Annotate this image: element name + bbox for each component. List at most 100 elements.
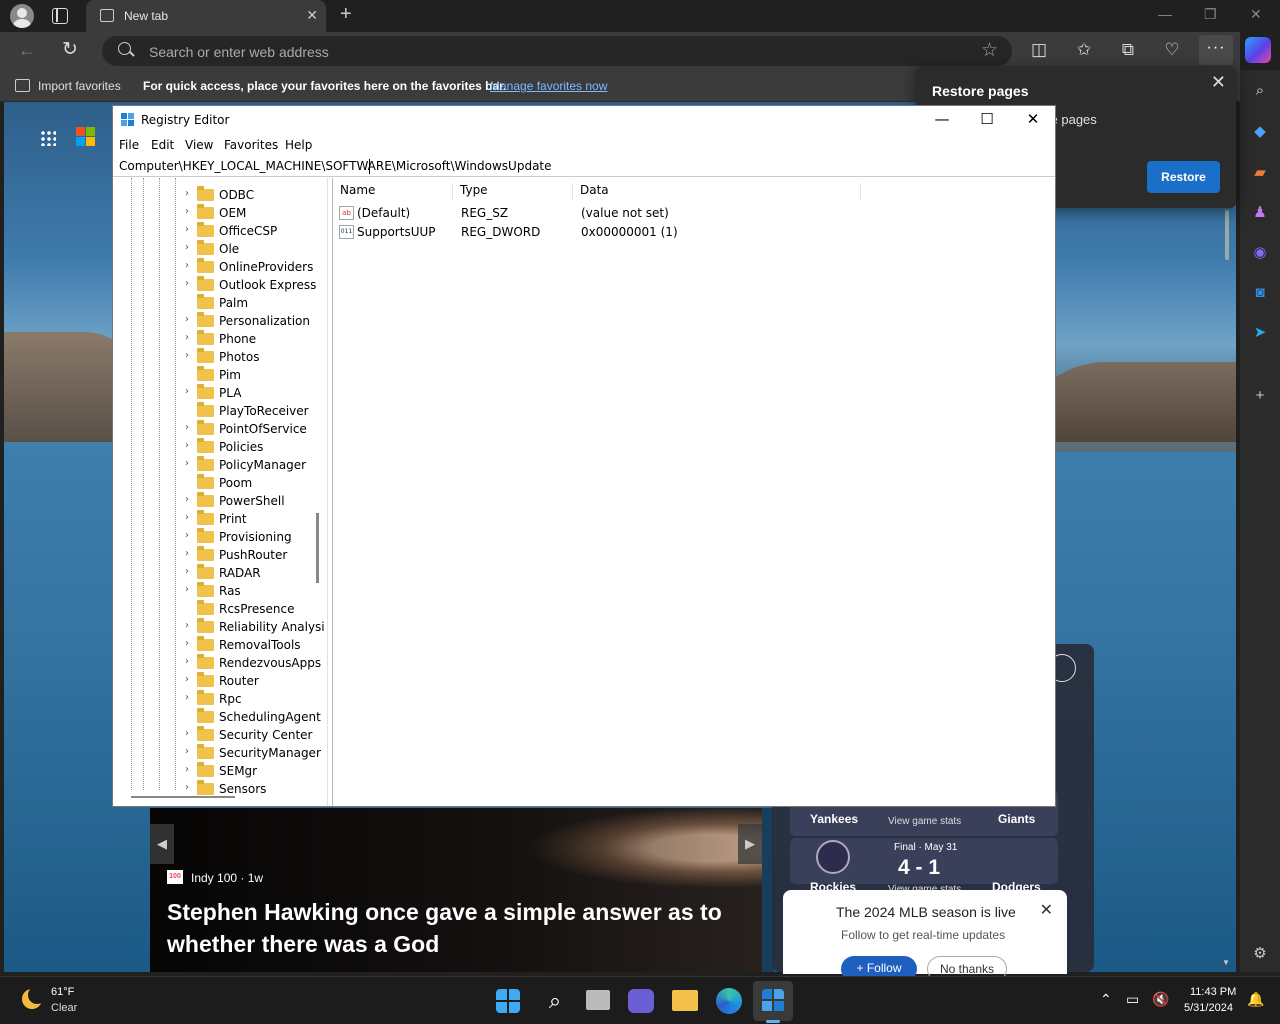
expand-chevron-icon[interactable]: › bbox=[185, 584, 189, 595]
expand-chevron-icon[interactable]: › bbox=[185, 314, 189, 325]
expand-chevron-icon[interactable]: › bbox=[185, 674, 189, 685]
news-headline[interactable]: Stephen Hawking once gave a simple answe… bbox=[167, 896, 747, 960]
previous-story-button[interactable]: ◀ bbox=[150, 824, 174, 864]
expand-chevron-icon[interactable]: › bbox=[185, 440, 189, 451]
expand-chevron-icon[interactable]: › bbox=[185, 548, 189, 559]
tree-item[interactable]: Poom bbox=[183, 474, 329, 492]
task-view-icon[interactable] bbox=[586, 990, 610, 1010]
expand-chevron-icon[interactable]: › bbox=[185, 746, 189, 757]
expand-chevron-icon[interactable]: › bbox=[185, 692, 189, 703]
expand-chevron-icon[interactable]: › bbox=[185, 260, 189, 271]
chevron-up-icon[interactable]: ⌃ bbox=[1100, 991, 1112, 1008]
refresh-button[interactable]: ↻ bbox=[62, 38, 78, 61]
browser-essentials-icon[interactable]: ♡ bbox=[1161, 39, 1183, 61]
tree-item[interactable]: › OnlineProviders bbox=[183, 258, 329, 276]
tree-item[interactable]: Palm bbox=[183, 294, 329, 312]
profile-avatar[interactable] bbox=[10, 4, 34, 28]
column-header-type[interactable]: Type bbox=[453, 183, 573, 201]
address-path-bar[interactable]: Computer\HKEY_LOCAL_MACHINE\SOFTWARE\Mic… bbox=[113, 156, 1055, 177]
tree-item[interactable]: › Outlook Express bbox=[183, 276, 329, 294]
tree-item[interactable]: › Policies bbox=[183, 438, 329, 456]
send-icon[interactable]: ➤ bbox=[1249, 322, 1271, 344]
expand-chevron-icon[interactable]: › bbox=[185, 278, 189, 289]
tab-actions-icon[interactable] bbox=[52, 8, 68, 24]
expand-chevron-icon[interactable]: › bbox=[185, 332, 189, 343]
menu-help[interactable]: Help bbox=[285, 138, 312, 152]
game-stats-link[interactable]: View game stats bbox=[888, 816, 961, 827]
registry-editor-titlebar[interactable]: Registry Editor — ☐ ✕ bbox=[113, 106, 1055, 135]
collections-icon[interactable]: ⧉ bbox=[1117, 39, 1139, 61]
volume-icon[interactable]: 🔇 bbox=[1152, 991, 1169, 1008]
expand-chevron-icon[interactable]: › bbox=[185, 566, 189, 577]
news-card[interactable]: ◀ ▶ 100 Indy 100 · 1w Stephen Hawking on… bbox=[150, 808, 762, 972]
expand-chevron-icon[interactable]: › bbox=[185, 422, 189, 433]
tree-item[interactable]: › Router bbox=[183, 672, 329, 690]
restore-button[interactable]: Restore bbox=[1147, 161, 1220, 193]
expand-chevron-icon[interactable]: › bbox=[185, 620, 189, 631]
minimize-button[interactable]: — bbox=[930, 110, 954, 128]
tree-item[interactable]: Pim bbox=[183, 366, 329, 384]
restore-window-button[interactable]: ❐ bbox=[1204, 6, 1217, 23]
split-screen-icon[interactable]: ◫ bbox=[1028, 39, 1050, 61]
start-windows-icon[interactable] bbox=[496, 989, 520, 1013]
menu-favorites[interactable]: Favorites bbox=[224, 138, 278, 152]
expand-chevron-icon[interactable]: › bbox=[185, 638, 189, 649]
expand-chevron-icon[interactable]: › bbox=[185, 224, 189, 235]
favorites-icon[interactable]: ✩ bbox=[1073, 39, 1095, 61]
expand-chevron-icon[interactable]: › bbox=[185, 494, 189, 505]
tree-item[interactable]: › PushRouter bbox=[183, 546, 329, 564]
tree-item[interactable]: › OfficeCSP bbox=[183, 222, 329, 240]
tree-item[interactable]: › Ras bbox=[183, 582, 329, 600]
value-row[interactable]: 011 SupportsUUP REG_DWORD 0x00000001 (1) bbox=[333, 223, 893, 242]
close-icon[interactable]: ✕ bbox=[1040, 900, 1053, 920]
tree-item[interactable]: RcsPresence bbox=[183, 600, 329, 618]
column-header-name[interactable]: Name bbox=[333, 183, 453, 201]
address-bar[interactable]: Search or enter web address ☆ bbox=[102, 36, 1012, 66]
settings-and-more-button[interactable]: ··· bbox=[1199, 35, 1233, 65]
tree-item[interactable]: › PLA bbox=[183, 384, 329, 402]
notification-bell-icon[interactable]: 🔔 bbox=[1247, 991, 1264, 1008]
weather-description[interactable]: Clear bbox=[51, 1002, 77, 1014]
expand-chevron-icon[interactable]: › bbox=[185, 764, 189, 775]
expand-chevron-icon[interactable]: › bbox=[185, 530, 189, 541]
gear-icon[interactable]: ⚙ bbox=[1249, 943, 1271, 965]
import-favorites-button[interactable]: Import favorites bbox=[38, 79, 121, 93]
address-input[interactable]: Search or enter web address bbox=[149, 44, 329, 60]
expand-chevron-icon[interactable]: › bbox=[185, 728, 189, 739]
weather-temperature[interactable]: 61°F bbox=[51, 986, 74, 998]
tree-item[interactable]: › Reliability Analysi bbox=[183, 618, 329, 636]
expand-chevron-icon[interactable]: › bbox=[185, 386, 189, 397]
expand-chevron-icon[interactable]: › bbox=[185, 782, 189, 793]
app-launcher-icon[interactable] bbox=[40, 130, 56, 146]
tree-item[interactable]: › Security Center bbox=[183, 726, 329, 744]
tree-item[interactable]: › Sensors bbox=[183, 780, 329, 798]
tree-item[interactable]: › OEM bbox=[183, 204, 329, 222]
tree-item[interactable]: › Personalization bbox=[183, 312, 329, 330]
expand-chevron-icon[interactable]: › bbox=[185, 206, 189, 217]
next-story-button[interactable]: ▶ bbox=[738, 824, 762, 864]
tree-item[interactable]: › ODBC bbox=[183, 186, 329, 204]
tree-item[interactable]: › Ole bbox=[183, 240, 329, 258]
file-explorer-icon[interactable] bbox=[672, 990, 698, 1011]
clock-date[interactable]: 5/31/2024 bbox=[1184, 1002, 1233, 1014]
copilot-app-icon[interactable]: ◉ bbox=[1249, 242, 1271, 264]
teams-chat-icon[interactable] bbox=[628, 989, 654, 1013]
value-row[interactable]: ab (Default) REG_SZ (value not set) bbox=[333, 204, 893, 223]
outlook-icon[interactable]: ◙ bbox=[1249, 282, 1271, 304]
tree-item[interactable]: › RendezvousApps bbox=[183, 654, 329, 672]
back-button[interactable]: ← bbox=[18, 40, 36, 61]
manage-favorites-link[interactable]: Manage favorites now bbox=[490, 79, 607, 93]
expand-chevron-icon[interactable]: › bbox=[185, 512, 189, 523]
tree-item[interactable]: › Photos bbox=[183, 348, 329, 366]
tree-item[interactable]: › Print bbox=[183, 510, 329, 528]
expand-chevron-icon[interactable]: › bbox=[185, 242, 189, 253]
expand-chevron-icon[interactable]: › bbox=[185, 350, 189, 361]
tree-item[interactable]: › PolicyManager bbox=[183, 456, 329, 474]
minimize-window-button[interactable]: — bbox=[1158, 6, 1172, 22]
tree-item[interactable]: PlayToReceiver bbox=[183, 402, 329, 420]
close-button[interactable]: ✕ bbox=[1021, 110, 1045, 128]
registry-path[interactable]: Computer\HKEY_LOCAL_MACHINE\SOFTWARE\Mic… bbox=[119, 159, 552, 173]
tree-item[interactable]: › Phone bbox=[183, 330, 329, 348]
tree-item[interactable]: › RemovalTools bbox=[183, 636, 329, 654]
menu-view[interactable]: View bbox=[185, 138, 213, 152]
